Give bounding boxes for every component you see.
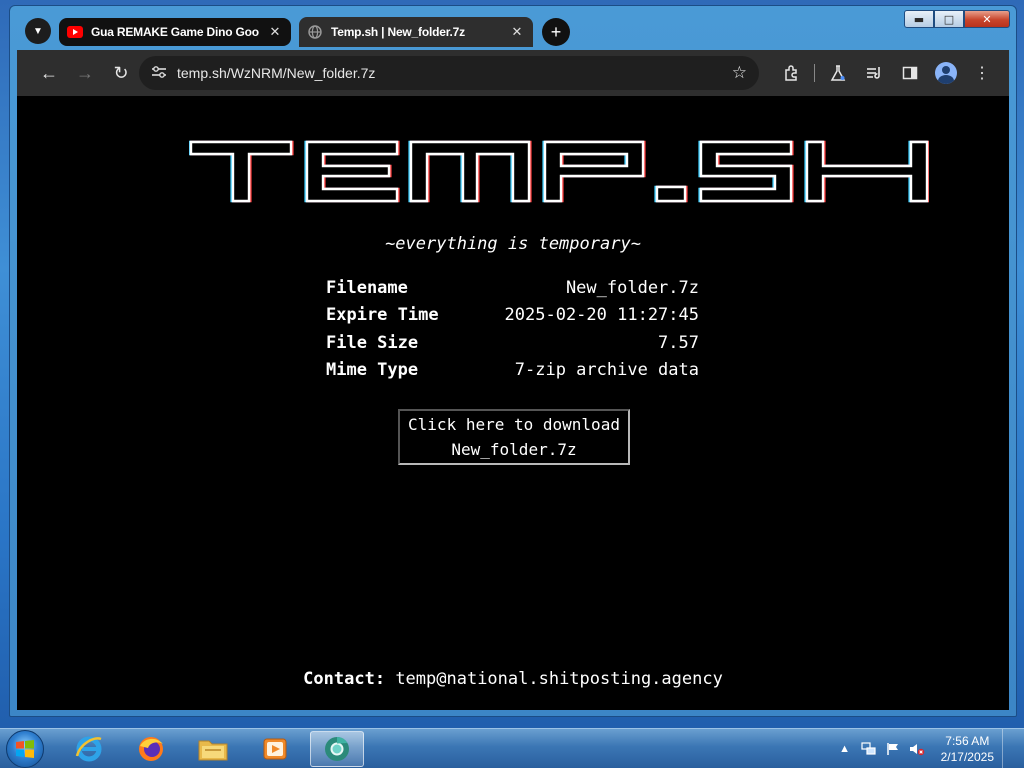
forward-button[interactable]: → (67, 55, 103, 91)
file-info-table: Filename New_folder.7z Expire Time 2025-… (326, 274, 699, 384)
download-button-label: Click here to download (408, 415, 620, 434)
system-tray: ▲ 7:56 AM 2/17/2025 (837, 729, 1016, 768)
side-panel-icon[interactable] (893, 55, 927, 91)
arrow-left-icon: ← (40, 62, 58, 83)
taskbar: ▲ 7:56 AM 2/17/2025 (0, 728, 1024, 768)
download-button[interactable]: Click here to download New_folder.7z (398, 409, 630, 465)
minimize-button[interactable]: ▬ (904, 10, 934, 28)
tagline: ~everything is temporary~ (385, 234, 641, 254)
start-button[interactable] (6, 730, 44, 768)
tab-search-button[interactable]: ▼ (25, 18, 51, 44)
tab-youtube[interactable]: Gua REMAKE Game Dino Goog ✕ (59, 18, 291, 46)
file-size-value: 7.57 (658, 332, 699, 353)
download-button-filename: New_folder.7z (451, 440, 577, 459)
toolbar-actions: ⋮ (774, 55, 999, 91)
tab-temp-sh[interactable]: Temp.sh | New_folder.7z ✕ (299, 17, 533, 47)
new-tab-button[interactable]: + (542, 18, 570, 46)
taskbar-firefox[interactable] (124, 731, 178, 767)
table-row: Mime Type 7-zip archive data (326, 357, 699, 385)
mime-type-label: Mime Type (326, 360, 419, 381)
maximize-button[interactable]: □ (934, 10, 964, 28)
firefox-icon (139, 737, 163, 761)
media-player-icon (263, 738, 287, 760)
youtube-icon (67, 24, 83, 40)
star-icon[interactable]: ☆ (732, 63, 747, 83)
clock-time: 7:56 AM (945, 734, 990, 748)
back-button[interactable]: ← (31, 55, 67, 91)
expire-time-label: Expire Time (326, 305, 439, 326)
filename-label: Filename (326, 277, 408, 298)
globe-icon (307, 24, 323, 40)
table-row: File Size 7.57 (326, 329, 699, 357)
window-close-button[interactable]: ✕ (964, 10, 1010, 28)
profile-button[interactable] (929, 55, 963, 91)
table-row: Expire Time 2025-02-20 11:27:45 (326, 302, 699, 330)
chrome-icon (325, 737, 349, 761)
taskbar-chrome[interactable] (310, 731, 364, 767)
show-desktop-button[interactable] (1002, 729, 1016, 768)
taskbar-file-explorer[interactable] (186, 731, 240, 767)
table-row: Filename New_folder.7z (326, 274, 699, 302)
browser-toolbar: ← → ↻ temp.sh/WzNRM/New_folder.7z ☆ ⋮ (17, 50, 1009, 96)
close-icon[interactable]: ✕ (267, 24, 283, 40)
windows-logo-icon (16, 740, 34, 758)
clock-date: 2/17/2025 (940, 750, 994, 764)
contact-email[interactable]: temp@national.shitposting.agency (395, 669, 723, 689)
tab-title: Gua REMAKE Game Dino Goog (91, 25, 259, 39)
internet-explorer-icon (75, 736, 102, 762)
action-center-flag-icon[interactable] (885, 741, 901, 757)
file-explorer-icon (198, 740, 228, 761)
media-control-icon[interactable] (857, 55, 891, 91)
plus-icon: + (550, 21, 562, 42)
taskbar-media-player[interactable] (248, 731, 302, 767)
window-controls: ▬ □ ✕ (904, 10, 1010, 28)
close-icon[interactable]: ✕ (509, 24, 525, 40)
expire-time-value: 2025-02-20 11:27:45 (504, 305, 699, 326)
reload-button[interactable]: ↻ (103, 55, 139, 91)
mime-type-value: 7-zip archive data (514, 360, 699, 381)
tab-title: Temp.sh | New_folder.7z (331, 25, 465, 39)
arrow-right-icon: → (76, 62, 94, 83)
chevron-down-icon: ▼ (33, 25, 43, 37)
network-icon[interactable] (861, 741, 877, 757)
labs-flask-icon[interactable] (821, 55, 855, 91)
address-bar[interactable]: temp.sh/WzNRM/New_folder.7z ☆ (139, 56, 759, 90)
volume-muted-icon[interactable] (909, 741, 925, 757)
contact-line: Contact: temp@national.shitposting.agenc… (17, 669, 1009, 689)
filename-value: New_folder.7z (565, 277, 699, 298)
more-menu-icon[interactable]: ⋮ (965, 55, 999, 91)
toolbar-divider (814, 64, 815, 82)
show-hidden-icons-icon[interactable]: ▲ (837, 741, 853, 757)
taskbar-clock[interactable]: 7:56 AM 2/17/2025 (941, 733, 994, 765)
site-info-icon[interactable] (151, 65, 167, 82)
taskbar-internet-explorer[interactable] (62, 731, 116, 767)
contact-label: Contact: (303, 669, 386, 689)
extensions-icon[interactable] (774, 55, 808, 91)
tab-strip: ▼ Gua REMAKE Game Dino Goog ✕ Temp.sh | … (17, 15, 896, 51)
page-viewport: ~everything is temporary~ Filename New_f… (17, 96, 1009, 710)
temp-sh-logo (189, 140, 929, 203)
avatar (935, 62, 957, 84)
reload-icon: ↻ (113, 62, 129, 83)
file-size-label: File Size (326, 332, 419, 353)
browser-window: ▬ □ ✕ ▼ Gua REMAKE Game Dino Goog ✕ Temp… (9, 5, 1017, 717)
url-text[interactable]: temp.sh/WzNRM/New_folder.7z (177, 65, 722, 81)
